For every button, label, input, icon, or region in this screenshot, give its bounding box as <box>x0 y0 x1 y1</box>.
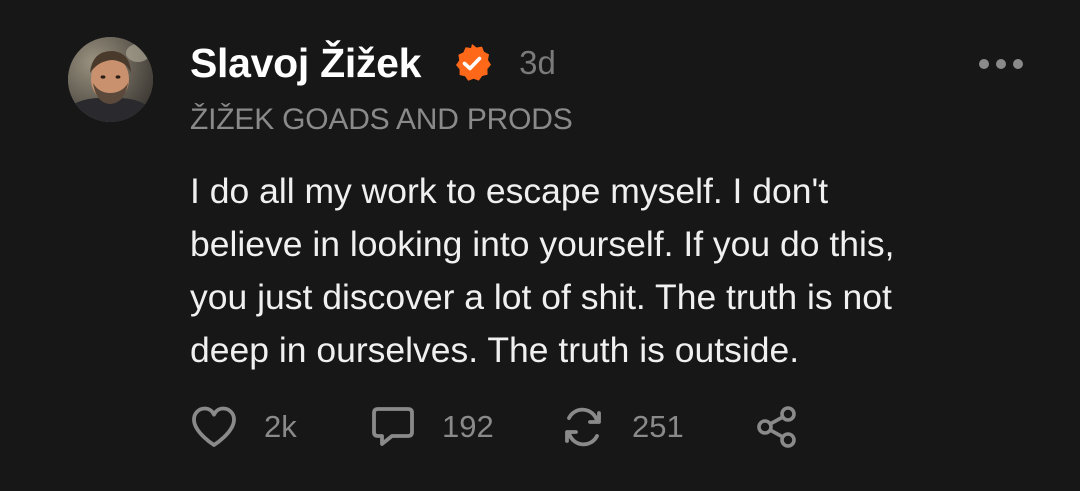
note-body: I do all my work to escape myself. I don… <box>190 165 1050 377</box>
comment-button[interactable]: 192 <box>370 404 560 450</box>
restack-button[interactable]: 251 <box>560 404 754 450</box>
restack-count: 251 <box>632 409 684 444</box>
author-name[interactable]: Slavoj Žižek <box>190 40 421 87</box>
publication-name[interactable]: ŽIŽEK GOADS AND PRODS <box>190 103 573 137</box>
action-bar: 2k 192 251 <box>190 398 800 456</box>
more-horizontal-icon <box>979 59 1023 69</box>
like-count: 2k <box>264 409 297 444</box>
heart-icon <box>190 405 238 449</box>
avatar-photo-icon <box>68 37 153 122</box>
verified-badge-icon <box>451 42 493 84</box>
more-options-button[interactable] <box>976 50 1026 78</box>
share-button[interactable] <box>754 404 800 450</box>
share-icon <box>754 404 800 450</box>
note-card: Slavoj Žižek 3d ŽIŽEK GOADS AND PRODS I … <box>0 0 1080 491</box>
note-body-line: you just discover a lot of shit. The tru… <box>190 277 892 317</box>
comment-count: 192 <box>442 409 494 444</box>
like-button[interactable]: 2k <box>190 405 370 449</box>
note-body-line: believe in looking into yourself. If you… <box>190 224 895 264</box>
note-body-line: I do all my work to escape myself. I don… <box>190 171 829 211</box>
timestamp: 3d <box>519 44 556 81</box>
author-avatar[interactable] <box>68 37 153 122</box>
comment-icon <box>370 404 416 450</box>
note-header: Slavoj Žižek 3d <box>190 38 556 88</box>
restack-icon <box>560 404 606 450</box>
note-body-line: deep in ourselves. The truth is outside. <box>190 330 800 370</box>
